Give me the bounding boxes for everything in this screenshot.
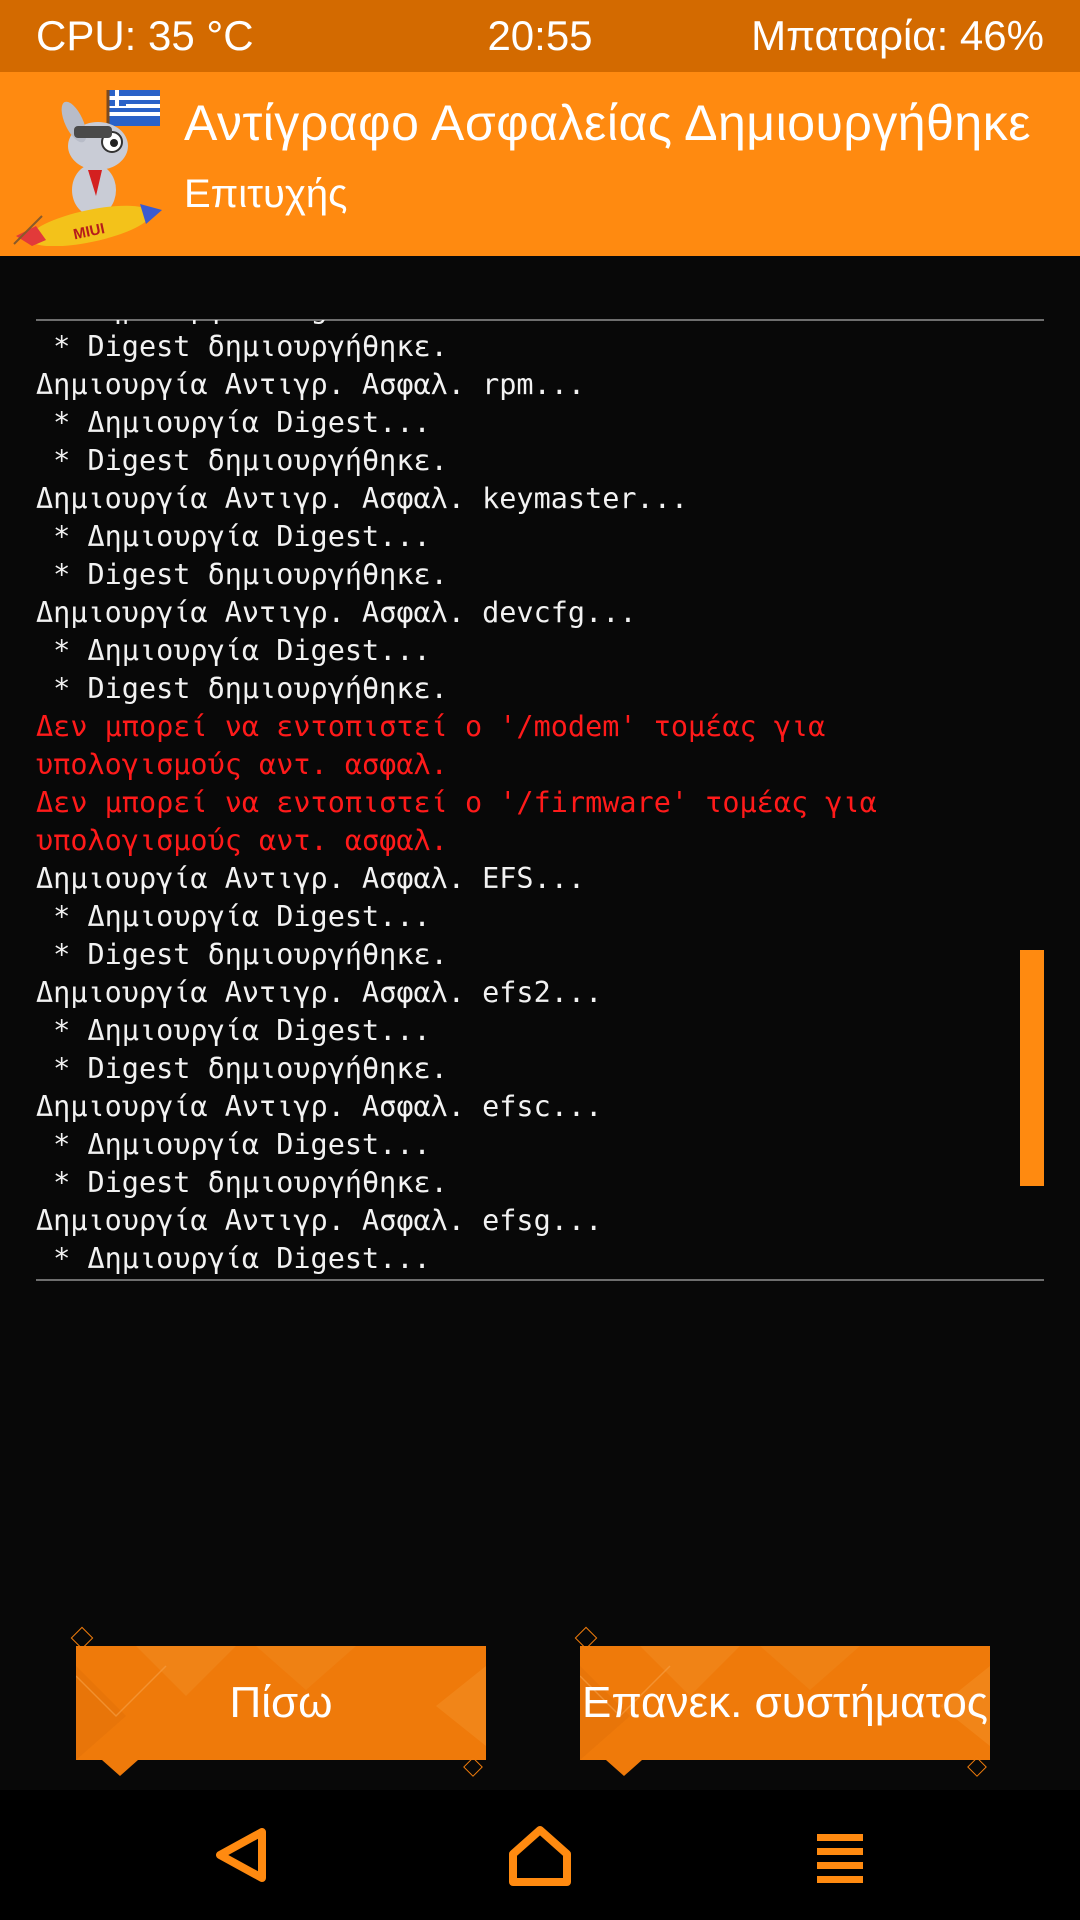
- console-line: * Δημιουργία Digest...: [36, 900, 431, 933]
- console-line: * Δημιουργία Digest...: [36, 406, 431, 439]
- console-line: * Digest δημιουργήθηκε.: [36, 558, 448, 591]
- page-subtitle: Επιτυχής: [184, 172, 348, 216]
- console-line: * Digest δημιουργήθηκε.: [36, 672, 448, 705]
- back-triangle-icon[interactable]: [206, 1820, 276, 1890]
- console-line: Δημιουργία Αντιγρ. Ασφαλ. EFS...: [36, 862, 586, 895]
- console-line: * Digest δημιουργήθηκε.: [36, 330, 448, 363]
- console-line: Δημιουργία Αντιγρ. Ασφαλ. devcfg...: [36, 596, 637, 629]
- reboot-system-button-label: Επανεκ. συστήματος: [581, 1678, 989, 1727]
- button-notch-icon: [102, 1760, 138, 1776]
- console-line: * Δημιουργία Digest...: [36, 1128, 431, 1161]
- back-button[interactable]: Πίσω: [70, 1626, 486, 1777]
- status-bar: CPU: 35 °C 20:55 Μπαταρία: 46%: [0, 0, 1080, 72]
- console-error-line: Δεν μπορεί να εντοπιστεί ο '/firmware' τ…: [36, 786, 877, 819]
- home-icon[interactable]: [505, 1820, 575, 1890]
- reboot-system-button[interactable]: Επανεκ. συστήματος: [574, 1626, 990, 1777]
- console-error-line: υπολογισμούς αντ. ασφαλ.: [36, 824, 448, 857]
- console-bottom-divider: [36, 1279, 1044, 1281]
- console-line: * Digest δημιουργήθηκε.: [36, 1052, 448, 1085]
- console-line: Δημιουργία Αντιγρ. Ασφαλ. keymaster...: [36, 482, 689, 515]
- miui-mascot-logo-icon: MIUI: [13, 90, 162, 246]
- console-lines: * Δημιουργία Digest... * Digest δημιουργ…: [36, 292, 1036, 1278]
- console-scrollbar[interactable]: [1020, 950, 1044, 1186]
- console-line: * Digest δημιουργήθηκε.: [36, 1166, 448, 1199]
- navigation-bar: [0, 1790, 1080, 1920]
- diamond-outline-icon: [463, 1757, 483, 1777]
- console-log[interactable]: * Δημιουργία Digest... * Digest δημιουργ…: [36, 290, 1036, 1280]
- console-line: * Δημιουργία Digest...: [36, 292, 431, 325]
- recovery-screen: CPU: 35 °C 20:55 Μπαταρία: 46% MIUI Αντί…: [0, 0, 1080, 1920]
- console-line: * Δημιουργία Digest...: [36, 520, 431, 553]
- menu-icon[interactable]: [805, 1820, 875, 1890]
- console-line: Δημιουργία Αντιγρ. Ασφαλ. efsc...: [36, 1090, 603, 1123]
- back-button-label: Πίσω: [229, 1678, 333, 1727]
- console-line: * Δημιουργία Digest...: [36, 1242, 431, 1275]
- page-header: MIUI Αντίγραφο Ασφαλείας Δημιουργήθηκε Ε…: [0, 72, 1080, 256]
- console-error-line: Δεν μπορεί να εντοπιστεί ο '/modem' τομέ…: [36, 710, 826, 743]
- console-error-line: υπολογισμούς αντ. ασφαλ.: [36, 748, 448, 781]
- diamond-outline-icon: [967, 1757, 987, 1777]
- console-line: * Digest δημιουργήθηκε.: [36, 938, 448, 971]
- button-notch-icon: [606, 1760, 642, 1776]
- battery-level: Μπαταρία: 46%: [751, 12, 1044, 59]
- console-line: * Δημιουργία Digest...: [36, 634, 431, 667]
- console-line: Δημιουργία Αντιγρ. Ασφαλ. efs2...: [36, 976, 603, 1009]
- console-line: Δημιουργία Αντιγρ. Ασφαλ. efsg...: [36, 1204, 603, 1237]
- console-line: * Δημιουργία Digest...: [36, 1014, 431, 1047]
- page-title: Αντίγραφο Ασφαλείας Δημιουργήθηκε: [184, 95, 1032, 151]
- console-line: * Digest δημιουργήθηκε.: [36, 444, 448, 477]
- console-line: Δημιουργία Αντιγρ. Ασφαλ. rpm...: [36, 368, 586, 401]
